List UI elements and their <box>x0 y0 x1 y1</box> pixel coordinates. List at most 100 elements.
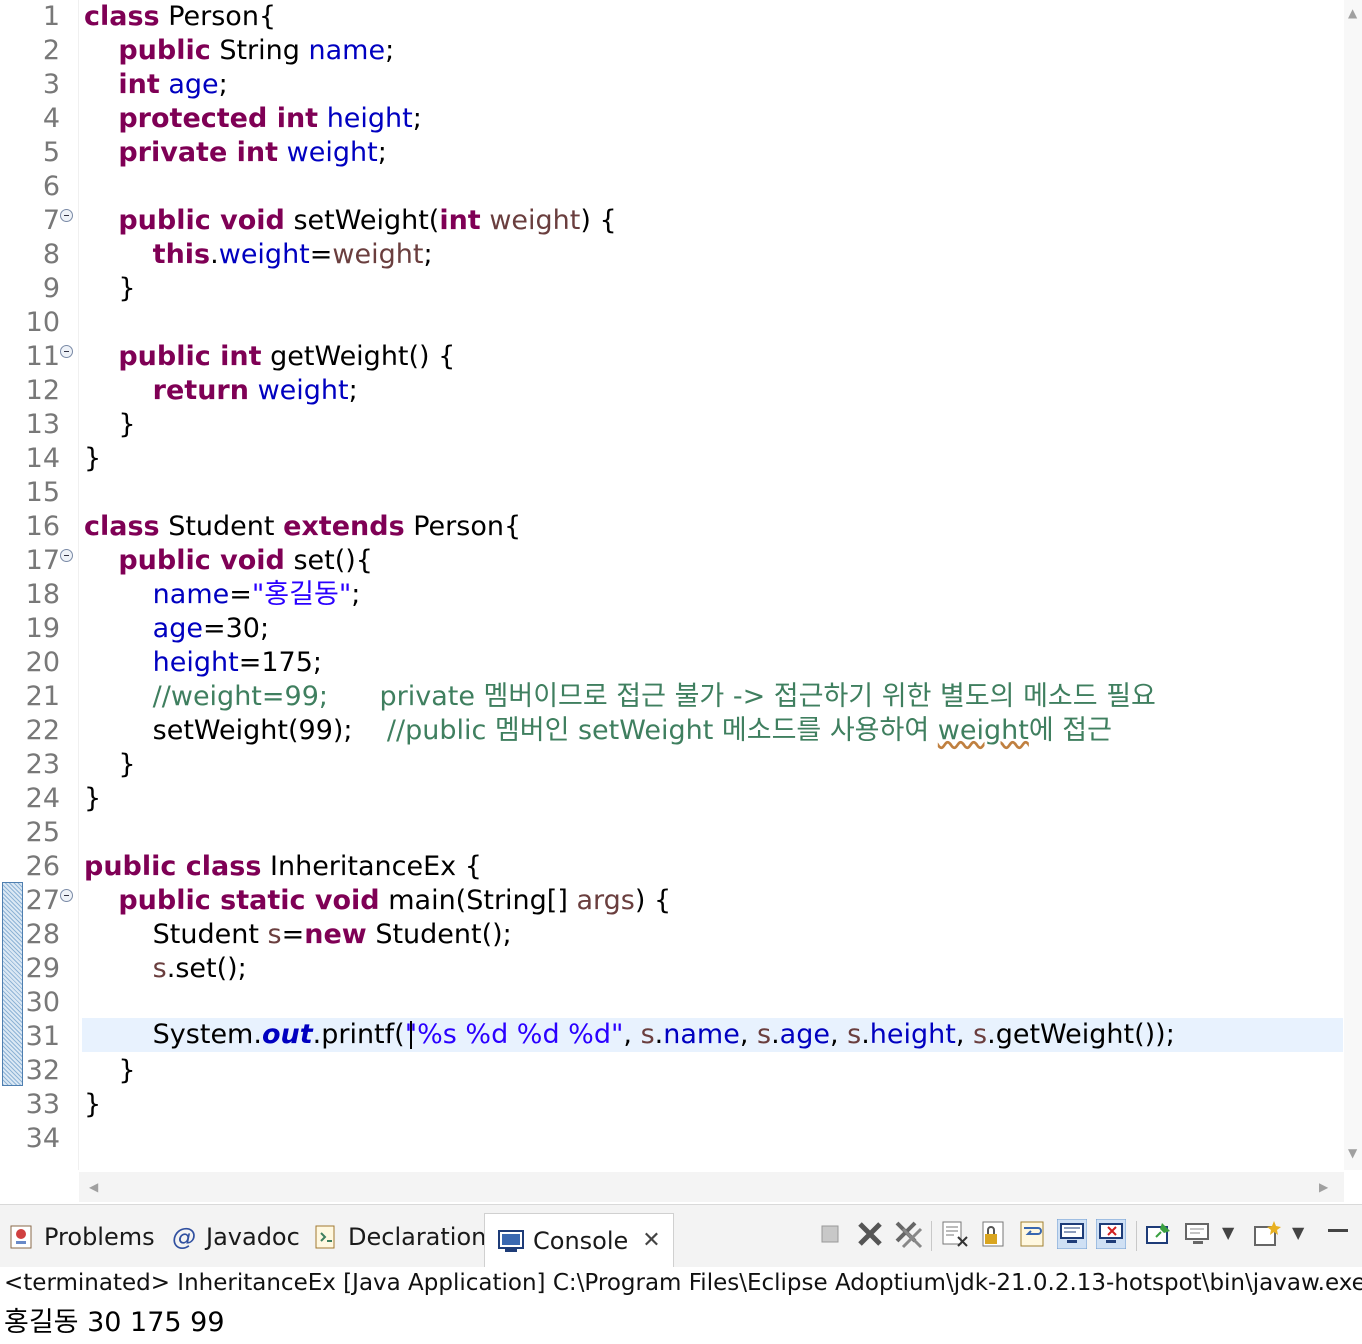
line-number: 19 <box>25 613 60 644</box>
code-line[interactable]: setWeight(99); //public 멤버인 setWeight 메소… <box>84 714 1112 748</box>
line-number: 22 <box>25 715 60 746</box>
code-line[interactable]: private int weight; <box>84 136 386 170</box>
tab-problems[interactable]: Problems <box>8 1215 155 1259</box>
code-line-current[interactable]: System.out.printf("%s %d %d %d", s.name,… <box>84 1018 1175 1052</box>
line-number: 17 <box>25 545 60 576</box>
code-line[interactable]: } <box>84 748 135 782</box>
code-line[interactable]: Student s=new Student(); <box>84 918 512 952</box>
show-console-on-error-icon[interactable] <box>1096 1219 1126 1249</box>
ruler-separator <box>78 0 79 1170</box>
console-output[interactable]: 홍길동 30 175 99 <box>4 1300 225 1339</box>
tab-label: Problems <box>44 1223 155 1251</box>
code-line[interactable]: } <box>84 442 101 476</box>
line-number: 3 <box>42 69 60 100</box>
code-line[interactable]: } <box>84 1088 101 1122</box>
code-line[interactable]: class Person{ <box>84 0 276 34</box>
line-number: 23 <box>25 749 60 780</box>
remove-launch-icon[interactable] <box>855 1219 885 1249</box>
scroll-left-icon[interactable]: ◀ <box>89 1180 98 1194</box>
vertical-scrollbar[interactable]: ▲ ▼ <box>1344 0 1362 1170</box>
line-number: 10 <box>25 307 60 338</box>
console-process-label: <terminated> InheritanceEx [Java Applica… <box>4 1270 1362 1296</box>
scroll-down-icon[interactable]: ▼ <box>1348 1146 1357 1160</box>
tab-label: Javadoc <box>206 1223 300 1251</box>
code-line[interactable]: s.set(); <box>84 952 247 986</box>
scroll-up-icon[interactable]: ▲ <box>1348 6 1357 20</box>
show-console-on-output-icon[interactable] <box>1057 1219 1087 1249</box>
code-line[interactable]: public static void main(String[] args) { <box>84 884 671 918</box>
word-wrap-icon[interactable] <box>1018 1219 1048 1249</box>
tab-label: Declaration <box>348 1223 487 1251</box>
clear-console-icon[interactable] <box>940 1219 970 1249</box>
line-number: 13 <box>25 409 60 440</box>
tab-javadoc[interactable]: @ Javadoc <box>170 1215 300 1259</box>
line-number: 32 <box>25 1055 60 1086</box>
line-number: 9 <box>42 273 60 304</box>
tab-label: Console <box>533 1226 629 1255</box>
fold-collapse-icon[interactable] <box>60 889 73 902</box>
code-line[interactable]: //weight=99; private 멤버이므로 접근 불가 -> 접근하기… <box>84 680 1156 714</box>
chevron-down-icon[interactable]: ▼ <box>1292 1223 1304 1242</box>
line-number: 8 <box>42 239 60 270</box>
line-number: 18 <box>25 579 60 610</box>
code-line[interactable]: } <box>84 272 135 306</box>
line-number: 5 <box>42 137 60 168</box>
toolbar-separator <box>931 1221 932 1251</box>
close-icon[interactable]: ✕ <box>642 1228 660 1253</box>
declaration-icon <box>315 1225 335 1249</box>
remove-all-terminated-icon[interactable] <box>893 1219 923 1249</box>
line-number: 2 <box>42 35 60 66</box>
code-line[interactable]: public int getWeight() { <box>84 340 455 374</box>
line-number: 25 <box>25 817 60 848</box>
line-number: 27 <box>25 885 60 916</box>
fold-collapse-icon[interactable] <box>60 209 73 222</box>
code-line[interactable]: public class InheritanceEx { <box>84 850 482 884</box>
line-number: 16 <box>25 511 60 542</box>
code-line[interactable]: } <box>84 782 101 816</box>
code-line[interactable]: return weight; <box>84 374 358 408</box>
tab-console[interactable]: Console ✕ <box>484 1213 674 1267</box>
code-line[interactable]: this.weight=weight; <box>84 238 433 272</box>
code-line[interactable]: int age; <box>84 68 227 102</box>
code-editor[interactable]: 1 2 3 4 5 6 7 8 9 10 11 12 13 14 15 16 1… <box>0 0 1362 1170</box>
minimize-icon[interactable] <box>1328 1229 1348 1232</box>
line-number: 12 <box>25 375 60 406</box>
console-icon <box>498 1229 524 1252</box>
display-selected-console-icon[interactable] <box>1183 1219 1213 1249</box>
code-line[interactable]: } <box>84 1054 135 1088</box>
code-line[interactable]: public void set(){ <box>84 544 373 578</box>
pin-console-icon[interactable] <box>1144 1219 1174 1249</box>
scroll-lock-icon[interactable] <box>979 1219 1009 1249</box>
fold-collapse-icon[interactable] <box>60 549 73 562</box>
code-line[interactable]: class Student extends Person{ <box>84 510 521 544</box>
line-number: 26 <box>25 851 60 882</box>
code-line[interactable]: public void setWeight(int weight) { <box>84 204 616 238</box>
code-line[interactable]: age=30; <box>84 612 269 646</box>
line-number: 33 <box>25 1089 60 1120</box>
tab-declaration[interactable]: Declaration <box>312 1215 486 1259</box>
open-console-icon[interactable] <box>1252 1219 1282 1249</box>
line-number: 29 <box>25 953 60 984</box>
line-number: 21 <box>25 681 60 712</box>
line-number: 11 <box>25 341 60 372</box>
code-line[interactable]: height=175; <box>84 646 322 680</box>
code-line[interactable]: name="홍길동"; <box>84 578 361 612</box>
toolbar-separator <box>1136 1221 1137 1251</box>
code-line[interactable]: public String name; <box>84 34 394 68</box>
chevron-down-icon[interactable]: ▼ <box>1222 1223 1234 1242</box>
horizontal-scrollbar[interactable]: ◀ ▶ <box>79 1172 1344 1202</box>
line-number: 6 <box>42 171 60 202</box>
text-caret <box>410 1021 412 1049</box>
at-icon: @ <box>172 1223 196 1251</box>
line-number: 31 <box>25 1021 60 1052</box>
line-number: 7 <box>42 205 60 236</box>
fold-collapse-icon[interactable] <box>60 345 73 358</box>
line-number: 1 <box>42 1 60 32</box>
line-number: 14 <box>25 443 60 474</box>
scroll-right-icon[interactable]: ▶ <box>1319 1180 1328 1194</box>
line-number: 20 <box>25 647 60 678</box>
problems-icon <box>10 1225 32 1249</box>
code-line[interactable]: } <box>84 408 135 442</box>
terminate-icon[interactable] <box>816 1219 846 1249</box>
code-line[interactable]: protected int height; <box>84 102 422 136</box>
